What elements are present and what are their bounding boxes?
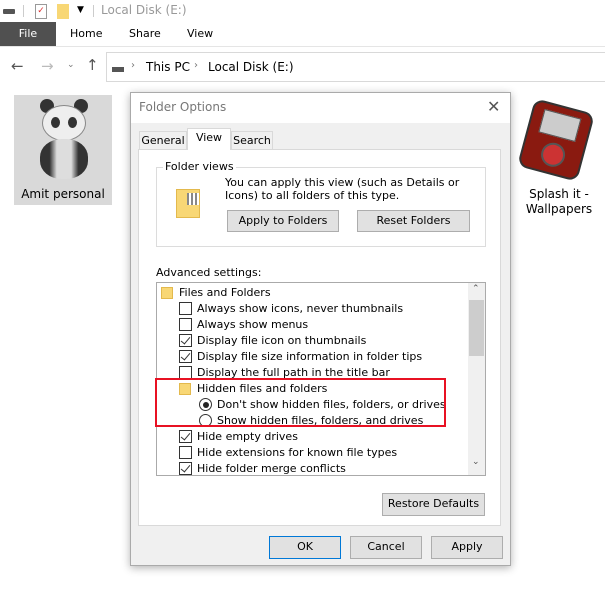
file-label: Splash it - Wallpapers (525, 187, 593, 216)
close-icon[interactable]: ✕ (487, 97, 500, 116)
media-player-icon (516, 98, 596, 182)
setting-label: Always show icons, never thumbnails (197, 302, 404, 315)
setting-label: Display file icon on thumbnails (197, 334, 367, 347)
forward-icon[interactable]: → (41, 57, 54, 75)
apply-to-folders-button[interactable]: Apply to Folders (227, 210, 339, 232)
drive-icon (3, 9, 15, 14)
checkbox[interactable] (179, 302, 192, 315)
file-item-splash-it[interactable]: Splash it - Wallpapers (515, 95, 603, 220)
breadcrumb-this-pc[interactable]: This PC (146, 60, 190, 74)
chevron-right-icon: › (194, 60, 198, 71)
setting-label: Display file size information in folder … (197, 350, 423, 363)
new-folder-icon[interactable] (57, 4, 69, 19)
folder-options-dialog: Folder Options ✕ General View Search Fol… (130, 92, 511, 566)
advanced-settings-label: Advanced settings: (156, 266, 262, 279)
folder-label: Amit personal (21, 187, 105, 201)
folder-item-amit-personal[interactable]: Amit personal (14, 95, 112, 205)
checkbox[interactable] (179, 430, 192, 443)
separator (93, 5, 94, 17)
address-bar[interactable]: › This PC › Local Disk (E:) (106, 52, 605, 82)
scroll-thumb[interactable] (469, 300, 484, 356)
customize-dropdown-icon[interactable]: ▼ (77, 5, 84, 15)
setting-label: Hide empty drives (197, 430, 298, 443)
setting-label: Hide folder merge conflicts (197, 462, 346, 475)
scroll-down-icon[interactable]: ⌄ (472, 457, 480, 467)
back-icon[interactable]: ← (11, 57, 24, 75)
panda-icon (34, 99, 94, 179)
up-icon[interactable]: ↑ (86, 56, 99, 74)
tab-file[interactable]: File (0, 22, 56, 46)
checkbox[interactable] (179, 350, 192, 363)
ok-button[interactable]: OK (269, 536, 341, 559)
restore-defaults-button[interactable]: Restore Defaults (382, 493, 485, 516)
scrollbar[interactable]: ⌃ ⌄ (468, 283, 485, 475)
tab-home[interactable]: Home (70, 22, 102, 46)
checkbox[interactable] (179, 462, 192, 475)
tab-general[interactable]: General (139, 131, 187, 149)
folder-icon (161, 287, 173, 299)
drive-icon (112, 67, 124, 72)
checkbox[interactable] (179, 318, 192, 331)
breadcrumb-local-disk[interactable]: Local Disk (E:) (208, 60, 294, 74)
reset-folders-button[interactable]: Reset Folders (357, 210, 470, 232)
recent-dropdown-icon[interactable]: ⌄ (67, 60, 75, 70)
tab-view[interactable]: View (187, 22, 213, 46)
tab-share[interactable]: Share (129, 22, 161, 46)
ribbon-divider (0, 46, 605, 47)
folder-views-text: You can apply this view (such as Details… (225, 176, 460, 202)
dialog-title: Folder Options (139, 100, 227, 114)
setting-label: Hide extensions for known file types (197, 446, 398, 459)
setting-label: Files and Folders (179, 286, 271, 299)
chevron-right-icon: › (131, 60, 135, 71)
folder-views-legend: Folder views (163, 160, 236, 173)
setting-label: Always show menus (197, 318, 309, 331)
separator (23, 5, 24, 17)
scroll-up-icon[interactable]: ⌃ (472, 284, 480, 294)
properties-icon[interactable]: ✓ (35, 4, 47, 19)
hidden-files-highlight (155, 378, 446, 427)
apply-button[interactable]: Apply (431, 536, 503, 559)
checkbox[interactable] (179, 446, 192, 459)
window-title: Local Disk (E:) (101, 3, 187, 17)
tab-search[interactable]: Search (231, 131, 273, 149)
folder-view-icon (176, 189, 200, 218)
checkbox[interactable] (179, 334, 192, 347)
cancel-button[interactable]: Cancel (350, 536, 422, 559)
tab-view[interactable]: View (187, 128, 231, 150)
